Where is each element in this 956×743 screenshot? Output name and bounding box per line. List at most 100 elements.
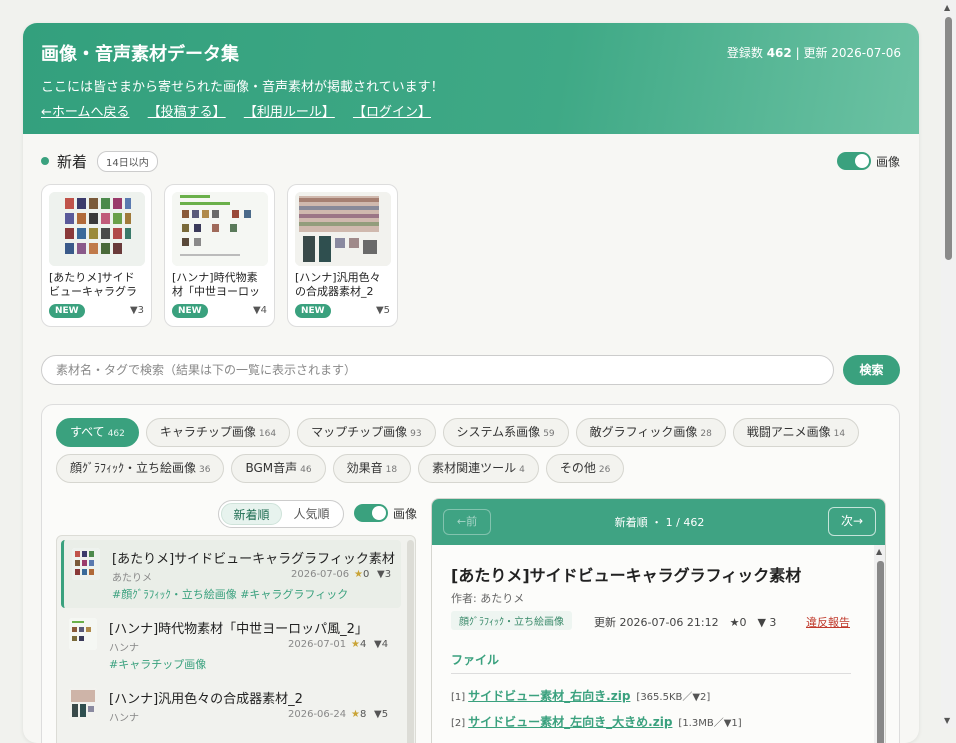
list-item-stars: ★0: [354, 569, 369, 580]
category-label: 顔ｸﾞﾗﾌｨｯｸ・立ち絵画像: [70, 461, 197, 475]
detail-panel: ←前 新着順 ・ 1 / 462 次→ [あたりメ]サイドビューキャラグラフィッ…: [431, 498, 886, 743]
header-banner: 画像・音声素材データ集 登録数 462 | 更新 2026-07-06 ここには…: [23, 23, 919, 134]
category-label: システム系画像: [456, 425, 541, 439]
report-link[interactable]: 違反報告: [806, 614, 850, 630]
star-count: 0: [362, 569, 370, 580]
list-item-date: 2026-07-06: [291, 569, 350, 580]
category-label: 戦闘アニメ画像: [746, 425, 831, 439]
file-info: [365.5KB／▼2]: [636, 692, 711, 703]
vote-count: ▼3: [129, 305, 144, 316]
new-item-card[interactable]: [あたりメ]サイドビューキャラグラフ NEW ▼3: [41, 184, 152, 327]
detail-scrollbar[interactable]: ▲: [874, 545, 885, 743]
list-item-tags[interactable]: #顔ｸﾞﾗﾌｨｯｸ・立ち絵画像 #キャラグラフィック: [112, 586, 348, 602]
new-item-card[interactable]: [ハンナ]時代物素材「中世ヨーロッパ NEW ▼4: [164, 184, 275, 327]
list-image-toggle-label: 画像: [393, 506, 418, 521]
new-badge: NEW: [295, 304, 331, 318]
category-count: 14: [833, 429, 846, 439]
list-item-title: [あたりメ]サイドビューキャラグラフィック素材: [112, 552, 395, 567]
list-item-votes: ▼5: [374, 709, 389, 720]
new-section-title: 新着: [57, 152, 88, 171]
file-row: [2] サイドビュー素材_左向き_大きめ.zip [1.3MB／▼1]: [451, 713, 742, 730]
list-scrollbar[interactable]: [407, 540, 414, 743]
category-other[interactable]: その他 26: [545, 454, 625, 483]
sort-popular-button[interactable]: 人気順: [282, 503, 341, 525]
new-badge: NEW: [49, 304, 85, 318]
thumbnail-image: [49, 192, 145, 266]
category-battle-anim[interactable]: 戦闘アニメ画像 14: [732, 418, 860, 447]
file-download-link[interactable]: サイドビュー素材_左向き_大きめ.zip: [468, 715, 672, 729]
star-icon: ★: [354, 569, 363, 580]
category-enemy[interactable]: 敵グラフィック画像 28: [575, 418, 726, 447]
material-list: [あたりメ]サイドビューキャラグラフィック素材 あたりメ 2026-07-06 …: [56, 535, 416, 743]
category-filters: すべて 462 キャラチップ画像 164 マップチップ画像 93 システム系画像 59 …: [56, 418, 886, 483]
star-count: 8: [359, 709, 367, 720]
list-thumbnail: [72, 548, 100, 580]
scroll-thumb[interactable]: [945, 17, 952, 260]
toggle-switch-icon[interactable]: [354, 504, 388, 522]
scroll-up-icon[interactable]: ▲: [944, 3, 950, 12]
file-index: [2]: [451, 718, 466, 729]
home-link[interactable]: ←ホームへ戻る: [41, 105, 130, 120]
new-item-caption: [あたりメ]サイドビューキャラグラフ: [49, 271, 137, 298]
category-face[interactable]: 顔ｸﾞﾗﾌｨｯｸ・立ち絵画像 36: [56, 454, 225, 483]
category-charachip[interactable]: キャラチップ画像 164: [145, 418, 291, 447]
category-count: 36: [199, 465, 211, 475]
category-label: 敵グラフィック画像: [589, 425, 698, 439]
search-input[interactable]: 素材名・タグで検索（結果は下の一覧に表示されます）: [41, 355, 834, 385]
detail-tag[interactable]: 顔ｸﾞﾗﾌｨｯｸ・立ち絵画像: [451, 611, 572, 630]
next-button[interactable]: 次→: [828, 507, 876, 536]
list-image-toggle[interactable]: 画像: [354, 504, 417, 522]
list-item[interactable]: [あたりメ]サイドビューキャラグラフィック素材 あたりメ 2026-07-06 …: [61, 540, 401, 608]
detail-header: ←前 新着順 ・ 1 / 462 次→: [432, 499, 885, 545]
divider: [451, 673, 851, 674]
category-count: 462: [107, 429, 125, 439]
vote-count: ▼5: [375, 305, 390, 316]
category-tools[interactable]: 素材関連ツール 4: [418, 454, 539, 483]
list-item-date: 2026-06-24: [288, 709, 347, 720]
category-all[interactable]: すべて 462: [56, 418, 139, 447]
file-download-link[interactable]: サイドビュー素材_右向き.zip: [468, 689, 630, 703]
new-image-toggle-label: 画像: [876, 154, 901, 169]
list-thumbnail: [69, 618, 97, 650]
toggle-switch-icon[interactable]: [837, 152, 871, 170]
new-image-toggle[interactable]: 画像: [837, 152, 900, 170]
category-label: すべて: [70, 425, 105, 439]
scroll-down-icon[interactable]: ▼: [944, 716, 950, 725]
header-meta: 登録数 462 | 更新 2026-07-06: [727, 44, 901, 61]
list-item[interactable]: [ハンナ]時代物素材「中世ヨーロッパ風_2」 ハンナ 2026-07-01 ★4…: [61, 610, 401, 678]
list-item-votes: ▼4: [374, 639, 389, 650]
login-link[interactable]: 【ログイン】: [353, 105, 431, 120]
new-items-row: [あたりメ]サイドビューキャラグラフ NEW ▼3 [ハンナ]時代物素: [41, 184, 398, 327]
list-item-title: [ハンナ]汎用色々の合成器素材_2: [109, 692, 303, 707]
new-item-caption: [ハンナ]汎用色々の合成器素材_2: [295, 271, 381, 298]
category-system[interactable]: システム系画像 59: [442, 418, 569, 447]
detail-position: 新着順 ・ 1 / 462: [614, 516, 705, 529]
category-bgm[interactable]: BGM音声 46: [231, 454, 326, 483]
list-item[interactable]: [ハンナ]汎用色々の合成器素材_2 ハンナ 2026-06-24 ★8 ▼5: [61, 680, 401, 743]
new-item-card[interactable]: [ハンナ]汎用色々の合成器素材_2 NEW ▼5: [287, 184, 398, 327]
search-button[interactable]: 検索: [843, 355, 900, 385]
category-label: BGM音声: [245, 461, 298, 475]
scroll-up-icon[interactable]: ▲: [876, 547, 882, 556]
sort-newest-button[interactable]: 新着順: [221, 503, 282, 525]
header-nav: ←ホームへ戻る 【投稿する】 【利用ルール】 【ログイン】: [41, 101, 445, 120]
list-item-tags[interactable]: #キャラチップ画像: [109, 656, 206, 672]
category-se[interactable]: 効果音 18: [332, 454, 412, 483]
list-item-author: ハンナ: [109, 713, 139, 724]
list-item-date: 2026-07-01: [288, 639, 347, 650]
new-section-heading: 新着 14日以内: [41, 150, 158, 172]
category-count: 18: [385, 465, 398, 475]
rules-link[interactable]: 【利用ルール】: [244, 105, 335, 120]
category-count: 46: [300, 465, 312, 475]
meta-updated: | 更新 2026-07-06: [791, 46, 901, 60]
new-badge: NEW: [172, 304, 208, 318]
vote-count: ▼4: [252, 305, 267, 316]
post-link[interactable]: 【投稿する】: [148, 105, 226, 120]
window-scrollbar[interactable]: ▲ ▼: [941, 0, 956, 728]
detail-title: [あたりメ]サイドビューキャラグラフィック素材: [451, 566, 802, 585]
category-count: 28: [700, 429, 712, 439]
bullet-dot-icon: [41, 157, 49, 165]
list-item-stars: ★4: [351, 639, 366, 650]
category-mapchip[interactable]: マップチップ画像 93: [297, 418, 436, 447]
scroll-thumb[interactable]: [877, 561, 884, 743]
